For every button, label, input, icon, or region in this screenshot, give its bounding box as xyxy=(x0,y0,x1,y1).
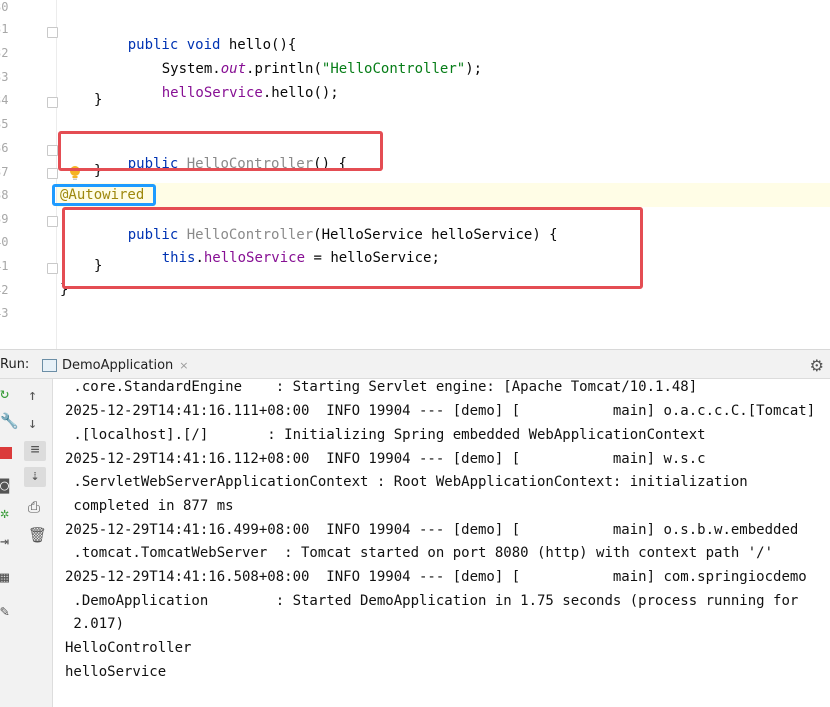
line-number: 30 xyxy=(0,0,9,14)
console-line: 2025-12-29T14:41:16.508+08:00 INFO 19904… xyxy=(65,569,807,585)
layout-icon[interactable]: ▦ xyxy=(0,569,9,585)
console-line: .tomcat.TomcatWebServer : Tomcat started… xyxy=(65,545,774,561)
line-number: 31 xyxy=(0,22,9,36)
console-line: 2025-12-29T14:41:16.112+08:00 INFO 19904… xyxy=(65,451,706,467)
injected-constructor-highlight xyxy=(62,207,643,289)
camera-icon[interactable]: ◙ xyxy=(0,477,9,493)
line-number: 32 xyxy=(0,46,9,60)
line-number: 33 xyxy=(0,70,9,84)
line-number: 40 xyxy=(0,235,9,249)
up-arrow-icon[interactable]: ↑ xyxy=(28,387,37,403)
stop-icon[interactable] xyxy=(0,447,12,459)
fold-icon[interactable] xyxy=(47,97,58,108)
line-number: 35 xyxy=(0,117,9,131)
line-number: 39 xyxy=(0,212,9,226)
run-tool-header: Run: DemoApplication × ⚙ xyxy=(0,349,830,379)
editor-gutter: 30 31 32 33 34 35 36 37 38 39 40 41 42 4… xyxy=(0,0,58,349)
pin-icon[interactable]: ✎ xyxy=(0,603,9,619)
down-arrow-icon[interactable]: ↓ xyxy=(28,415,37,431)
application-icon xyxy=(42,358,57,372)
fold-icon[interactable] xyxy=(47,168,58,179)
console-line: helloService xyxy=(65,664,167,680)
tab-label: DemoApplication xyxy=(62,357,174,373)
console-line: .ServletWebServerApplicationContext : Ro… xyxy=(65,474,748,490)
console-line: completed in 877 ms xyxy=(65,498,234,514)
console-line: 2025-12-29T14:41:16.499+08:00 INFO 19904… xyxy=(65,522,799,538)
line-number: 34 xyxy=(0,93,9,107)
fold-icon[interactable] xyxy=(47,263,58,274)
trash-icon[interactable]: 🗑 xyxy=(28,527,47,543)
fold-icon[interactable] xyxy=(47,216,58,227)
line-number: 42 xyxy=(0,283,9,297)
autowired-highlight xyxy=(52,184,156,206)
line-number: 41 xyxy=(0,259,9,273)
console-output[interactable]: .core.StandardEngine : Starting Servlet … xyxy=(53,379,830,707)
settings-debug-icon[interactable]: ✲ xyxy=(0,505,9,521)
run-actions-toolbar: ↻ 🔧 ◙ ✲ ⇥ ▦ ✎ xyxy=(0,379,21,707)
exit-icon[interactable]: ⇥ xyxy=(0,533,9,549)
code-line: helloService.hello(); xyxy=(161,85,339,101)
console-line: .[localhost].[/] : Initializing Spring e… xyxy=(65,427,706,443)
console-line: .DemoApplication : Started DemoApplicati… xyxy=(65,593,799,609)
print-icon[interactable]: ⎙ xyxy=(28,499,40,515)
console-line: 2025-12-29T14:41:16.111+08:00 INFO 19904… xyxy=(65,403,816,419)
default-constructor-highlight xyxy=(58,131,383,171)
soft-wrap-icon[interactable]: ≡ xyxy=(24,441,46,461)
close-icon[interactable]: × xyxy=(179,359,188,372)
console-line: HelloController xyxy=(65,640,192,656)
line-number: 43 xyxy=(0,306,9,320)
run-label: Run: xyxy=(0,357,30,372)
fold-icon[interactable] xyxy=(47,27,58,38)
gear-icon[interactable]: ⚙ xyxy=(810,356,824,375)
tab-demo-application[interactable]: DemoApplication × xyxy=(42,353,188,377)
console-toolbar: ↑ ↓ ≡ ⇣ ⎙ 🗑 xyxy=(20,379,53,707)
console-line: 2.017) xyxy=(65,616,125,632)
line-number: 38 xyxy=(0,188,9,202)
line-number: 37 xyxy=(0,165,9,179)
wrench-icon[interactable]: 🔧 xyxy=(0,413,19,429)
code-line: } xyxy=(94,92,103,108)
line-number: 36 xyxy=(0,141,9,155)
fold-icon[interactable] xyxy=(47,145,58,156)
scroll-to-end-icon[interactable]: ⇣ xyxy=(24,467,46,487)
code-editor[interactable]: 30 31 32 33 34 35 36 37 38 39 40 41 42 4… xyxy=(0,0,830,349)
rerun-icon[interactable]: ↻ xyxy=(0,385,9,401)
console-line: .core.StandardEngine : Starting Servlet … xyxy=(65,379,698,395)
